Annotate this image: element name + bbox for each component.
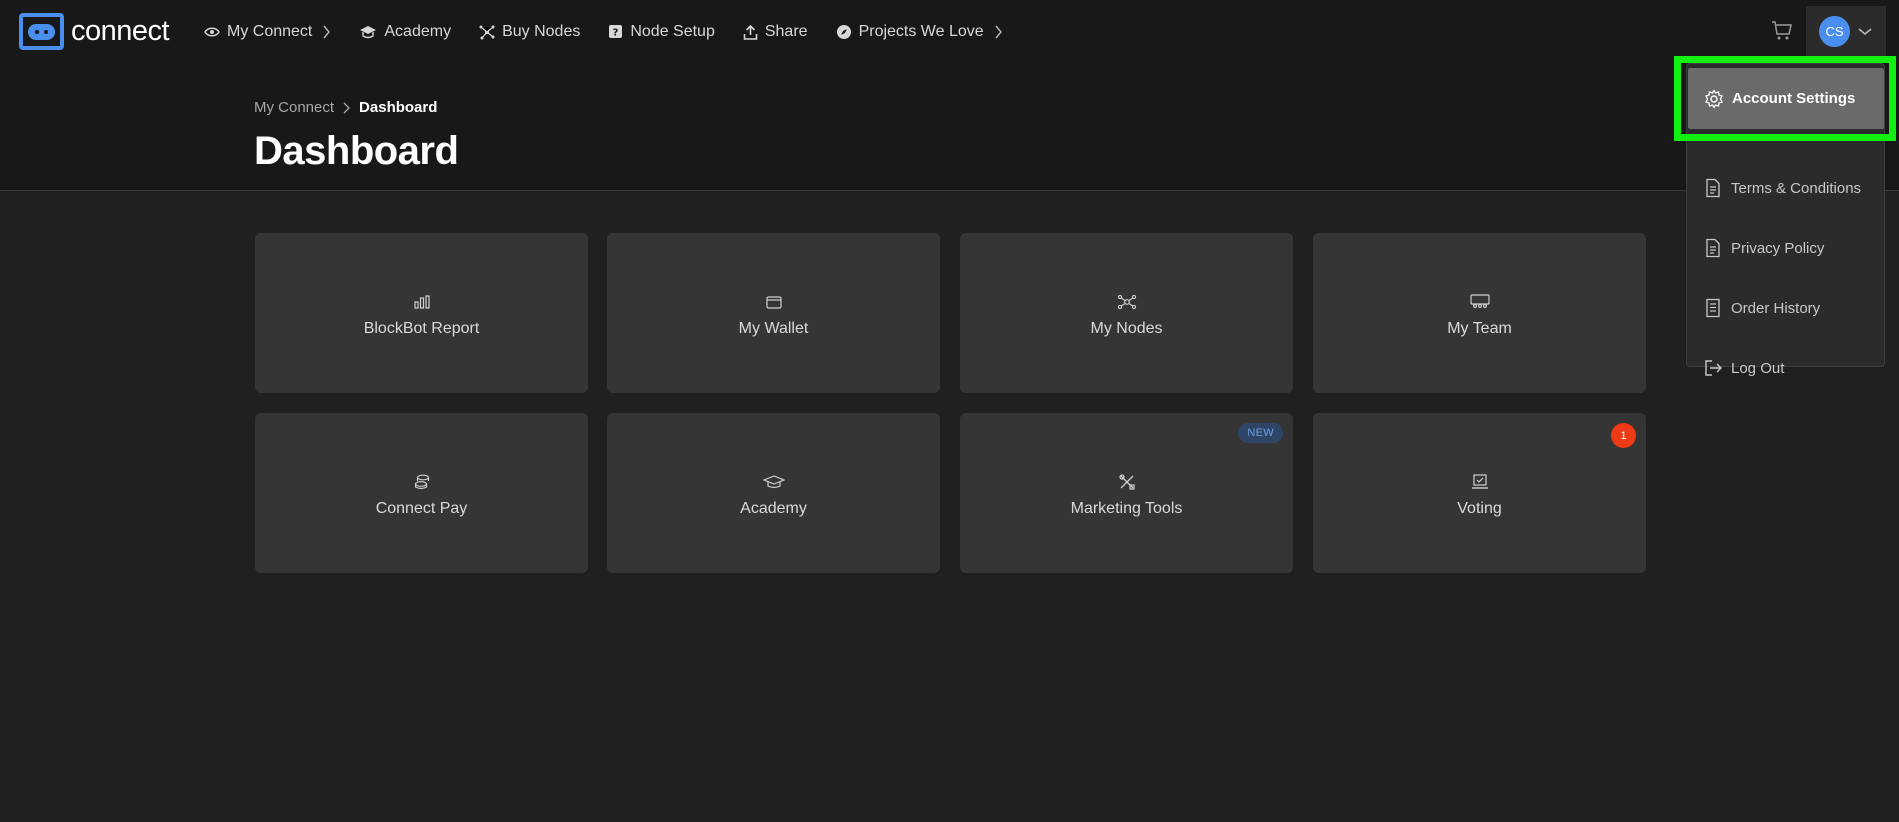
card-label: BlockBot Report xyxy=(363,320,480,337)
graduation-cap-icon xyxy=(762,475,785,489)
menu-item-label: Privacy Policy xyxy=(1731,239,1825,257)
nav-academy[interactable]: Academy xyxy=(359,23,451,41)
menu-terms-conditions[interactable]: Terms & Conditions xyxy=(1687,158,1886,218)
menu-item-label: Log Out xyxy=(1731,359,1785,377)
ballot-icon xyxy=(1471,474,1488,489)
nav-node-setup[interactable]: ? Node Setup xyxy=(608,23,715,41)
menu-privacy-policy[interactable]: Privacy Policy xyxy=(1687,218,1886,278)
card-label: Voting xyxy=(1457,500,1502,517)
nav-buy-nodes[interactable]: Buy Nodes xyxy=(479,23,580,41)
compass-icon xyxy=(836,24,851,39)
network-icon xyxy=(1117,294,1136,310)
top-navigation-bar: connect My Connect Academy Buy Nodes ? N… xyxy=(0,0,1899,63)
svg-text:?: ? xyxy=(613,28,619,39)
nav-projects-we-love[interactable]: Projects We Love xyxy=(836,23,1003,41)
nodes-icon xyxy=(479,25,495,39)
nav-share[interactable]: Share xyxy=(743,23,808,41)
card-label: Marketing Tools xyxy=(1070,500,1183,517)
nav-share-label: Share xyxy=(764,22,808,40)
connect-logo[interactable]: connect xyxy=(19,13,170,50)
team-icon xyxy=(1469,294,1490,308)
share-icon xyxy=(743,24,758,40)
nav-my-connect[interactable]: My Connect xyxy=(204,23,331,41)
gear-icon xyxy=(1705,88,1723,109)
page-header: My Connect Dashboard Dashboard xyxy=(0,63,1899,191)
graduation-cap-icon xyxy=(360,25,377,38)
coins-icon xyxy=(414,474,429,490)
menu-item-label: Terms & Conditions xyxy=(1731,179,1862,197)
card-label: Academy xyxy=(740,500,807,517)
cart-icon xyxy=(1772,21,1792,40)
avatar: CS xyxy=(1819,16,1850,47)
menu-order-history[interactable]: Order History xyxy=(1687,278,1886,338)
breadcrumb: My Connect Dashboard xyxy=(254,99,437,116)
breadcrumb-dashboard: Dashboard xyxy=(359,99,438,116)
card-label: Connect Pay xyxy=(375,500,468,517)
card-blockbot-report[interactable]: BlockBot Report xyxy=(255,233,588,393)
menu-account-settings[interactable]: Account Settings xyxy=(1688,68,1884,129)
card-academy[interactable]: Academy xyxy=(607,413,940,573)
chevron-right-icon xyxy=(995,25,1002,38)
logo-text: connect xyxy=(71,15,170,47)
nav-buy-nodes-label: Buy Nodes xyxy=(502,22,581,40)
bar-chart-icon xyxy=(413,295,430,309)
question-box-icon: ? xyxy=(609,25,623,39)
user-dropdown-menu: Account Settings Terms & Conditions Priv… xyxy=(1686,63,1886,377)
menu-item-label: Account Settings xyxy=(1732,90,1856,107)
main-nav: My Connect Academy Buy Nodes ? Node Setu… xyxy=(204,0,1031,63)
eye-icon xyxy=(204,27,220,36)
user-menu-button[interactable]: CS xyxy=(1806,6,1886,57)
tools-icon xyxy=(1118,474,1135,490)
nav-projects-label: Projects We Love xyxy=(858,22,984,40)
card-my-wallet[interactable]: My Wallet xyxy=(607,233,940,393)
menu-log-out[interactable]: Log Out xyxy=(1687,338,1886,398)
nav-my-connect-label: My Connect xyxy=(227,22,313,40)
page-title: Dashboard xyxy=(254,129,459,173)
breadcrumb-my-connect[interactable]: My Connect xyxy=(254,99,334,116)
card-voting[interactable]: 1 Voting xyxy=(1313,413,1646,573)
logo-icon xyxy=(19,13,64,50)
cart-button[interactable] xyxy=(1771,19,1793,46)
card-connect-pay[interactable]: Connect Pay xyxy=(255,413,588,573)
document-icon xyxy=(1706,178,1720,198)
receipt-icon xyxy=(1706,298,1720,318)
card-label: My Wallet xyxy=(738,320,809,337)
logout-icon xyxy=(1705,360,1722,376)
card-my-team[interactable]: My Team xyxy=(1313,233,1646,393)
notification-count-badge: 1 xyxy=(1611,423,1636,448)
card-marketing-tools[interactable]: NEW Marketing Tools xyxy=(960,413,1293,573)
chevron-down-icon xyxy=(1858,28,1872,35)
chevron-right-icon xyxy=(323,25,331,38)
document-icon xyxy=(1706,238,1720,258)
nav-academy-label: Academy xyxy=(384,22,452,40)
wallet-icon xyxy=(765,296,782,309)
card-my-nodes[interactable]: My Nodes xyxy=(960,233,1293,393)
nav-node-setup-label: Node Setup xyxy=(630,22,715,40)
new-badge: NEW xyxy=(1238,423,1283,443)
menu-item-label: Order History xyxy=(1731,299,1821,317)
card-label: My Nodes xyxy=(1090,320,1163,337)
card-label: My Team xyxy=(1447,320,1512,337)
chevron-right-icon xyxy=(343,102,350,113)
